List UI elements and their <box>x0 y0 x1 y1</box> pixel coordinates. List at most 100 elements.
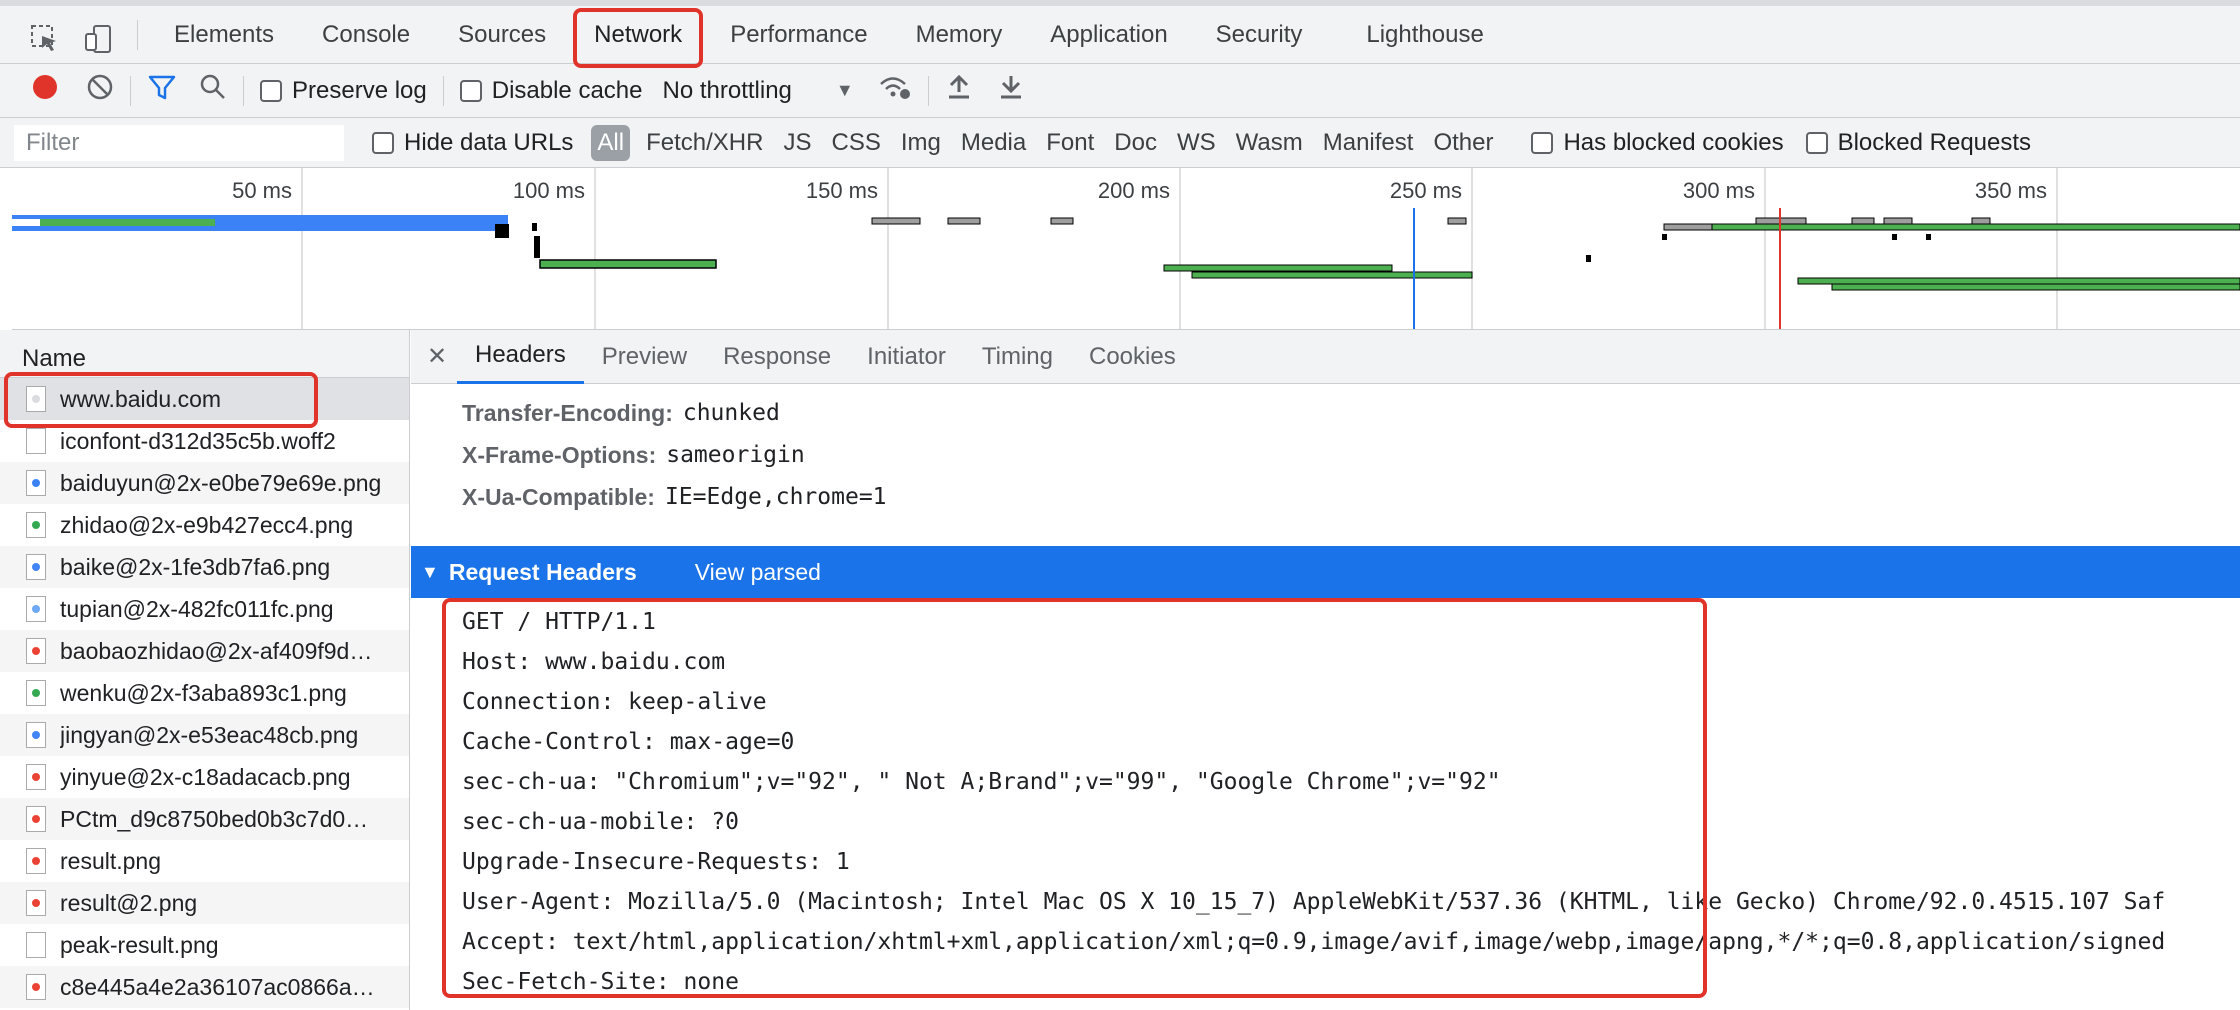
timeline-bar <box>1831 283 2240 291</box>
tab-sources[interactable]: Sources <box>434 6 570 64</box>
tab-network[interactable]: Network <box>570 6 706 64</box>
filter-type-manifest[interactable]: Manifest <box>1313 125 1424 161</box>
request-row[interactable]: peak-result.png <box>0 924 409 966</box>
network-conditions-icon[interactable] <box>878 72 912 109</box>
view-parsed-link[interactable]: View parsed <box>695 559 821 586</box>
detail-tab-headers[interactable]: Headers <box>457 330 584 384</box>
file-icon <box>26 974 46 1000</box>
filter-type-all[interactable]: All <box>591 124 631 161</box>
hide-data-urls-checkbox[interactable]: Hide data URLs <box>372 129 573 157</box>
timeline-bar <box>1926 234 1931 240</box>
tab-console[interactable]: Console <box>298 6 434 64</box>
name-column-header[interactable]: Name <box>0 330 409 378</box>
request-row[interactable]: c8e445a4e2a36107ac0866a… <box>0 966 409 1008</box>
detail-tab-timing[interactable]: Timing <box>964 330 1071 384</box>
network-overview-timeline[interactable]: 50 ms 100 ms 150 ms 200 ms 250 ms 300 ms 350 m… <box>12 168 2240 330</box>
timeline-tick-label: 250 ms <box>1390 178 1462 203</box>
filter-bar: Hide data URLs AllFetch/XHRJSCSSImgMedia… <box>0 118 2240 168</box>
tab-security[interactable]: Security <box>1192 6 1327 64</box>
request-row[interactable]: iconfont-d312d35c5b.woff2 <box>0 420 409 462</box>
request-row[interactable]: baobaozhidao@2x-af409f9d… <box>0 630 409 672</box>
filter-type-js[interactable]: JS <box>773 125 821 161</box>
raw-header-line: sec-ch-ua: "Chromium";v="92", " Not A;Br… <box>462 769 1501 795</box>
raw-request-headers: GET / HTTP/1.1 Host: www.baidu.com Connect… <box>462 602 2240 1002</box>
devtools-tab-bar: Elements Console Sources Network Performance… <box>0 0 2240 64</box>
toolbar-divider <box>137 20 138 50</box>
request-row[interactable]: www.baidu.com <box>0 378 409 420</box>
filter-type-doc[interactable]: Doc <box>1104 125 1167 161</box>
checkbox-box[interactable] <box>1531 131 1554 154</box>
clear-icon[interactable] <box>86 73 114 108</box>
detail-tab-initiator[interactable]: Initiator <box>849 330 964 384</box>
tab-application[interactable]: Application <box>1026 6 1191 64</box>
request-row[interactable]: tupian@2x-482fc011fc.png <box>0 588 409 630</box>
request-row[interactable]: PCtm_d9c8750bed0b3c7d0… <box>0 798 409 840</box>
file-icon <box>26 470 46 496</box>
request-row[interactable]: result.png <box>0 840 409 882</box>
timeline-bar <box>947 217 981 225</box>
blocked-requests-checkbox[interactable]: Blocked Requests <box>1805 129 2031 157</box>
import-har-icon[interactable] <box>945 72 973 109</box>
raw-header-line: Sec-Fetch-Site: none <box>462 969 739 995</box>
header-value: chunked <box>682 400 780 426</box>
device-toolbar-icon[interactable] <box>84 24 114 61</box>
file-icon <box>26 848 46 874</box>
preserve-log-label: Preserve log <box>292 76 427 104</box>
checkbox-box[interactable] <box>1805 131 1828 154</box>
filter-type-wasm[interactable]: Wasm <box>1226 125 1313 161</box>
request-row[interactable]: baiduyun@2x-e0be79e69e.png <box>0 462 409 504</box>
detail-tab-cookies[interactable]: Cookies <box>1071 330 1194 384</box>
column-header-label: Name <box>22 345 87 372</box>
checkbox-box[interactable] <box>372 131 394 154</box>
request-row[interactable]: yinyue@2x-c18adacacb.png <box>0 756 409 798</box>
detail-tab-response[interactable]: Response <box>705 330 849 384</box>
request-row[interactable]: jingyan@2x-e53eac48cb.png <box>0 714 409 756</box>
tab-lighthouse[interactable]: Lighthouse <box>1342 6 1507 64</box>
raw-header-line: GET / HTTP/1.1 <box>462 609 656 635</box>
toolbar-separator <box>442 75 444 106</box>
request-name: baiduyun@2x-e0be79e69e.png <box>60 469 382 496</box>
timeline-graph: 50 ms 100 ms 150 ms 200 ms 250 ms 300 ms 350 m… <box>12 168 2240 329</box>
request-name: result@2.png <box>60 889 198 916</box>
disable-cache-checkbox[interactable]: Disable cache <box>459 77 642 105</box>
filter-type-font[interactable]: Font <box>1036 125 1104 161</box>
request-name: c8e445a4e2a36107ac0866a… <box>60 973 375 1000</box>
tab-elements[interactable]: Elements <box>150 6 298 64</box>
request-row[interactable]: result@2.png <box>0 882 409 924</box>
record-icon[interactable] <box>30 72 60 109</box>
filter-type-css[interactable]: CSS <box>821 125 890 161</box>
request-row[interactable]: wenku@2x-f3aba893c1.png <box>0 672 409 714</box>
has-blocked-cookies-checkbox[interactable]: Has blocked cookies <box>1531 129 1784 157</box>
request-row[interactable]: zhidao@2x-e9b427ecc4.png <box>0 504 409 546</box>
checkbox-box[interactable] <box>459 79 482 102</box>
close-icon[interactable]: ✕ <box>417 342 457 371</box>
inspect-element-icon[interactable] <box>30 24 60 61</box>
timeline-bar <box>1662 234 1667 240</box>
tab-performance[interactable]: Performance <box>706 6 891 64</box>
file-icon <box>26 932 46 958</box>
filter-type-img[interactable]: Img <box>891 125 951 161</box>
request-name: zhidao@2x-e9b427ecc4.png <box>60 511 354 538</box>
filter-type-fetch-xhr[interactable]: Fetch/XHR <box>636 125 773 161</box>
detail-tab-preview[interactable]: Preview <box>584 330 705 384</box>
preserve-log-checkbox[interactable]: Preserve log <box>260 77 427 105</box>
checkbox-box[interactable] <box>260 79 282 102</box>
filter-type-media[interactable]: Media <box>951 125 1036 161</box>
search-icon[interactable] <box>199 73 227 108</box>
filter-input[interactable] <box>14 124 344 161</box>
filter-icon[interactable] <box>147 72 177 109</box>
timeline-bar <box>495 224 509 238</box>
header-name: Transfer-Encoding: <box>462 399 673 426</box>
file-icon <box>26 764 46 790</box>
request-row[interactable]: baike@2x-1fe3db7fa6.png <box>0 546 409 588</box>
header-value: IE=Edge,chrome=1 <box>664 484 887 510</box>
timeline-bar <box>1883 217 1913 225</box>
request-headers-section-header[interactable]: ▼ Request Headers View parsed <box>411 546 2240 598</box>
toolbar-separator <box>927 75 929 106</box>
timeline-tick-label: 50 ms <box>232 178 292 203</box>
export-har-icon[interactable] <box>997 72 1025 109</box>
throttling-select[interactable]: No throttling ▼ <box>662 77 853 105</box>
filter-type-ws[interactable]: WS <box>1167 125 1226 161</box>
tab-memory[interactable]: Memory <box>892 6 1027 64</box>
filter-type-other[interactable]: Other <box>1423 125 1503 161</box>
